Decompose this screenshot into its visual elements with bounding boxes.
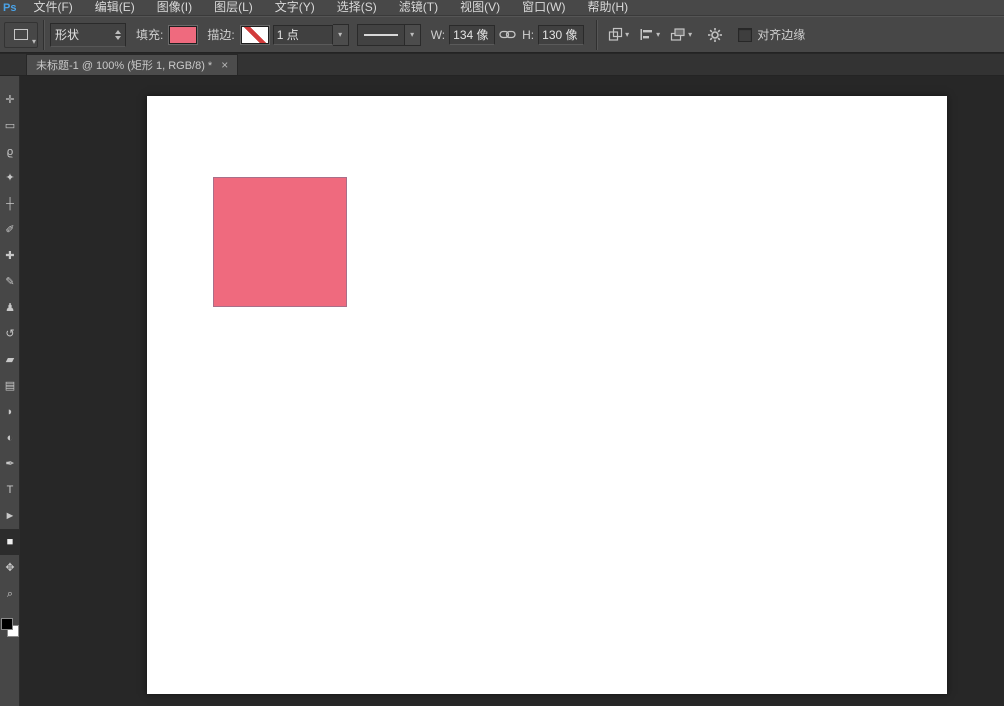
shape-height-input[interactable]	[538, 25, 584, 45]
menu-item-edit[interactable]: 编辑(E)	[84, 0, 146, 15]
menu-item-type[interactable]: 文字(Y)	[264, 0, 326, 15]
link-dimensions-button[interactable]	[497, 23, 518, 47]
path-alignment-button[interactable]: ▾	[637, 23, 662, 47]
tool-mode-value: 形状	[55, 26, 79, 43]
spot-healing-brush-tool-icon[interactable]: ✚	[0, 243, 20, 269]
combine-shapes-icon	[608, 27, 623, 42]
eyedropper-tool-icon[interactable]: ✐	[0, 217, 20, 243]
document-tab-bar: 未标题-1 @ 100% (矩形 1, RGB/8) * ×	[0, 54, 1004, 76]
photoshop-logo: Ps	[0, 2, 22, 14]
brush-tool-icon[interactable]: ✎	[0, 269, 20, 295]
spinner-icon	[115, 30, 121, 40]
menu-item-image[interactable]: 图像(I)	[146, 0, 203, 15]
stroke-width-dropdown-button[interactable]: ▾	[333, 24, 349, 46]
tool-bar: ✛▭ϱ✦┼✐✚✎♟↺▰▤◗◐✒T►■✥⌕	[0, 75, 20, 706]
crop-tool-icon[interactable]: ┼	[0, 191, 20, 217]
tool-mode-dropdown[interactable]: 形状	[50, 23, 126, 47]
pasteboard	[20, 75, 1004, 706]
divider	[43, 20, 45, 50]
pen-tool-icon[interactable]: ✒	[0, 451, 20, 477]
tab-close-icon[interactable]: ×	[221, 59, 228, 71]
align-edges-checkbox[interactable]	[738, 28, 752, 42]
rectangle-tool-icon[interactable]: ■	[0, 529, 20, 555]
chevron-down-icon: ▾	[410, 31, 414, 39]
path-operations-button[interactable]: ▾	[606, 23, 631, 47]
move-tool-icon[interactable]: ✛	[0, 87, 20, 113]
history-brush-tool-icon[interactable]: ↺	[0, 321, 20, 347]
width-label: W:	[431, 28, 445, 42]
gradient-tool-icon[interactable]: ▤	[0, 373, 20, 399]
document-tab[interactable]: 未标题-1 @ 100% (矩形 1, RGB/8) * ×	[26, 54, 238, 75]
solid-line-icon	[364, 34, 398, 36]
lasso-tool-icon[interactable]: ϱ	[0, 139, 20, 165]
eraser-tool-icon[interactable]: ▰	[0, 347, 20, 373]
fill-label: 填充:	[136, 26, 163, 43]
align-edges-label: 对齐边缘	[757, 26, 805, 43]
stroke-swatch[interactable]	[241, 26, 269, 44]
height-label: H:	[522, 28, 534, 42]
blur-tool-icon[interactable]: ◗	[0, 399, 20, 425]
shape-rectangle[interactable]	[213, 177, 347, 307]
dodge-tool-icon[interactable]: ◐	[0, 425, 20, 451]
menu-item-layer[interactable]: 图层(L)	[203, 0, 264, 15]
chevron-down-icon: ▾	[625, 31, 629, 39]
menu-item-select[interactable]: 选择(S)	[326, 0, 388, 15]
chevron-down-icon: ▾	[688, 31, 692, 39]
quick-selection-tool-icon[interactable]: ✦	[0, 165, 20, 191]
document-tab-title: 未标题-1 @ 100% (矩形 1, RGB/8) *	[36, 57, 212, 73]
align-icon	[639, 27, 654, 42]
divider	[596, 20, 598, 50]
fill-swatch[interactable]	[169, 26, 197, 44]
menu-item-filter[interactable]: 滤镜(T)	[388, 0, 449, 15]
path-selection-tool-icon[interactable]: ►	[0, 503, 20, 529]
tool-preset-picker[interactable]: ▾	[4, 22, 38, 48]
horizontal-type-tool-icon[interactable]: T	[0, 477, 20, 503]
menu-item-view[interactable]: 视图(V)	[449, 0, 511, 15]
geometry-options-button[interactable]	[705, 23, 725, 47]
shape-width-input[interactable]	[449, 25, 495, 45]
stroke-width-field[interactable]: 1 点	[273, 25, 333, 45]
menu-item-help[interactable]: 帮助(H)	[576, 0, 639, 15]
color-swatches[interactable]	[0, 617, 20, 641]
chevron-down-icon: ▾	[656, 31, 660, 39]
chevron-down-icon: ▾	[338, 31, 342, 39]
stroke-type-dropdown-button[interactable]: ▾	[405, 24, 421, 46]
menu-item-file[interactable]: 文件(F)	[22, 0, 83, 15]
path-arrangement-button[interactable]: ▾	[668, 23, 694, 47]
foreground-color-swatch[interactable]	[1, 618, 13, 630]
hand-tool-icon[interactable]: ✥	[0, 555, 20, 581]
zoom-tool-icon[interactable]: ⌕	[0, 581, 20, 607]
arrange-layers-icon	[670, 27, 686, 42]
stroke-label: 描边:	[207, 26, 234, 43]
rectangle-tool-icon	[14, 29, 28, 40]
rectangular-marquee-tool-icon[interactable]: ▭	[0, 113, 20, 139]
menu-bar: Ps 文件(F)编辑(E)图像(I)图层(L)文字(Y)选择(S)滤镜(T)视图…	[0, 0, 1004, 16]
document-canvas[interactable]	[147, 96, 947, 694]
menu-item-window[interactable]: 窗口(W)	[511, 0, 576, 15]
chain-link-icon	[499, 29, 516, 40]
options-bar: ▾ 形状 填充: 描边: 1 点 ▾ ▾ W: H: ▾ ▾	[0, 16, 1004, 53]
clone-stamp-tool-icon[interactable]: ♟	[0, 295, 20, 321]
main-area: ✛▭ϱ✦┼✐✚✎♟↺▰▤◗◐✒T►■✥⌕	[0, 75, 1004, 706]
gear-icon	[707, 27, 723, 43]
chevron-down-icon: ▾	[32, 38, 36, 46]
stroke-type-dropdown[interactable]	[357, 24, 405, 46]
